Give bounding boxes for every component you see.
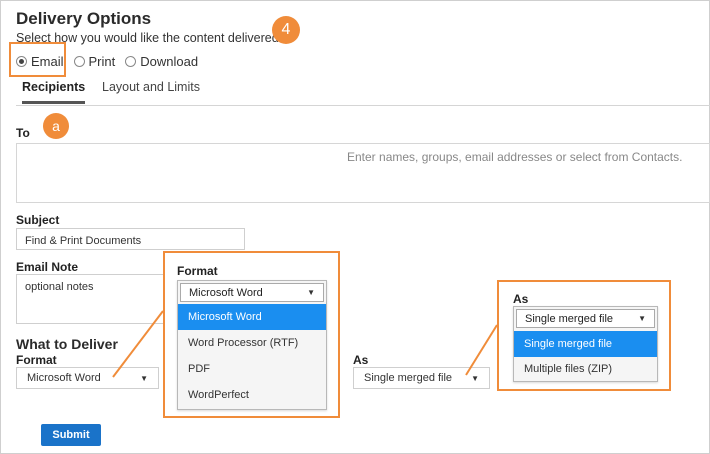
chevron-down-icon: ▼ [307, 288, 315, 297]
format-dropdown-callout: Format Microsoft Word ▼ Microsoft Word W… [163, 251, 340, 418]
as-dropdown-title: As [513, 292, 529, 306]
as-dropdown-callout: As Single merged file ▼ Single merged fi… [497, 280, 671, 391]
format-option-wordperfect[interactable]: WordPerfect [178, 382, 326, 408]
format-dropdown-list: Microsoft Word ▼ Microsoft Word Word Pro… [177, 280, 327, 410]
chevron-down-icon: ▼ [638, 314, 646, 323]
as-dropdown-head-value: Single merged file [525, 312, 614, 325]
format-option-rtf[interactable]: Word Processor (RTF) [178, 330, 326, 356]
as-dropdown-head[interactable]: Single merged file ▼ [516, 309, 655, 328]
as-option-single-merged-file[interactable]: Single merged file [514, 331, 657, 357]
format-connector-line [112, 310, 164, 378]
as-connector-line [465, 324, 498, 376]
as-option-multiple-files-zip[interactable]: Multiple files (ZIP) [514, 357, 657, 381]
format-option-pdf[interactable]: PDF [178, 356, 326, 382]
format-option-microsoft-word[interactable]: Microsoft Word [178, 304, 326, 330]
format-dropdown-head-value: Microsoft Word [189, 286, 263, 299]
as-dropdown-list: Single merged file ▼ Single merged file … [513, 306, 658, 382]
format-dropdown-head[interactable]: Microsoft Word ▼ [180, 283, 324, 302]
format-dropdown-title: Format [177, 264, 218, 278]
